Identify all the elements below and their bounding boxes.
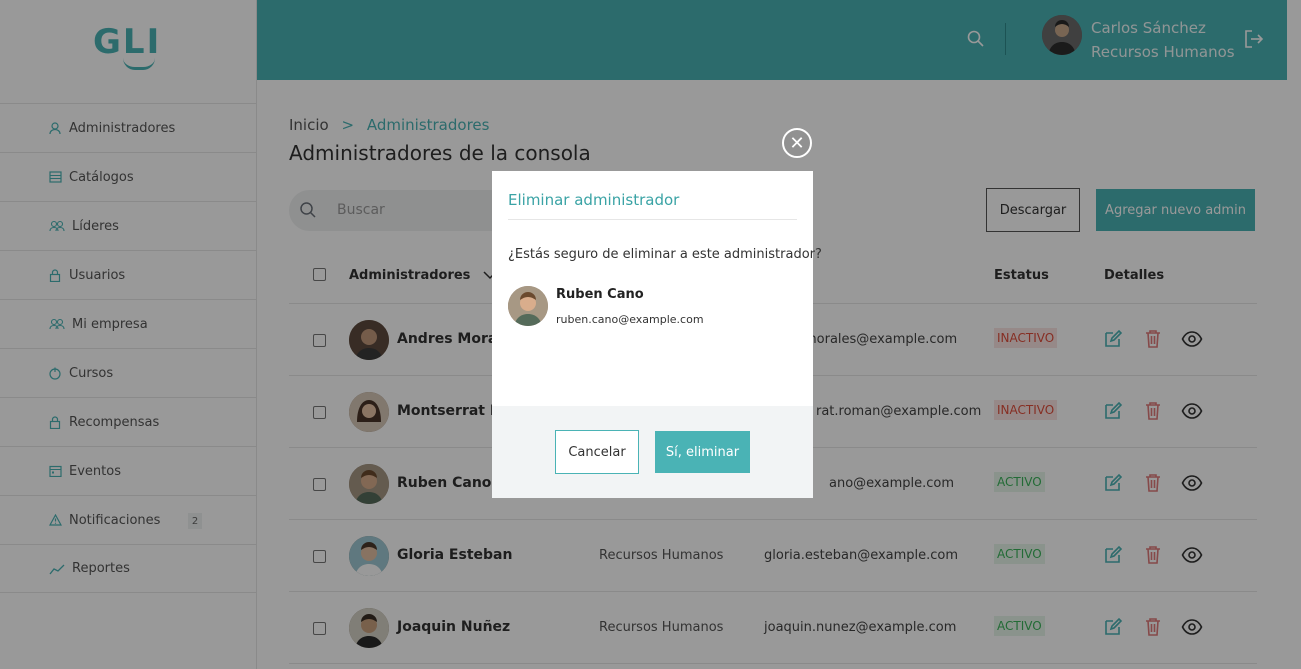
modal-close-button[interactable]: ✕ (782, 128, 812, 158)
delete-admin-dialog: Eliminar administrador ¿Estás seguro de … (492, 171, 822, 498)
dialog-divider (508, 219, 797, 220)
close-icon: ✕ (789, 132, 805, 154)
cancel-button[interactable]: Cancelar (555, 430, 639, 474)
dialog-user-email: ruben.cano@example.com (556, 313, 704, 326)
dialog-footer: Cancelar Sí, eliminar (492, 406, 813, 498)
dialog-user-name: Ruben Cano (556, 287, 644, 302)
avatar (508, 286, 548, 326)
dialog-question: ¿Estás seguro de eliminar a este adminis… (508, 247, 822, 262)
dialog-title: Eliminar administrador (508, 191, 680, 209)
confirm-delete-button[interactable]: Sí, eliminar (655, 431, 750, 473)
